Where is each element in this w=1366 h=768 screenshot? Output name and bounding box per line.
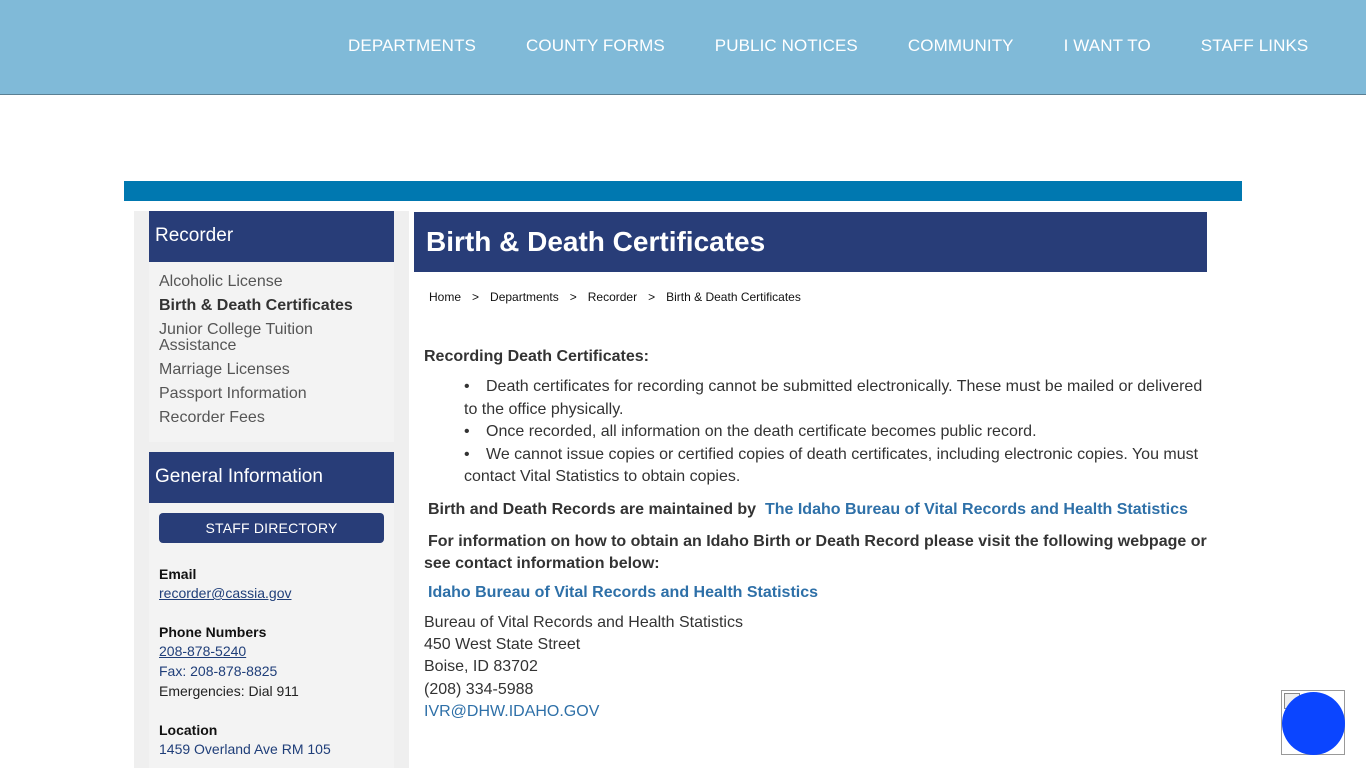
- nav-public-notices[interactable]: PUBLIC NOTICES: [690, 36, 883, 56]
- recorder-menu-list: Alcoholic License Birth & Death Certific…: [149, 262, 394, 442]
- nav-staff-links[interactable]: STAFF LINKS: [1176, 36, 1334, 56]
- breadcrumb-recorder[interactable]: Recorder: [588, 290, 637, 304]
- general-info-body: STAFF DIRECTORY Email recorder@cassia.go…: [149, 503, 394, 759]
- sidebar-item-birth-death-certificates[interactable]: Birth & Death Certificates: [159, 298, 384, 314]
- page-title: Birth & Death Certificates: [426, 226, 766, 257]
- section-heading: Recording Death Certificates:: [424, 348, 649, 365]
- bureau-link-row: Idaho Bureau of Vital Records and Health…: [424, 584, 1214, 602]
- address-line: (208) 334-5988: [424, 680, 534, 698]
- address-line: Bureau of Vital Records and Health Stati…: [424, 613, 743, 631]
- death-certificate-rules: • Death certificates for recording cannot…: [464, 376, 1214, 489]
- general-info-title: General Information: [149, 452, 394, 503]
- sidebar-item-recorder-fees[interactable]: Recorder Fees: [159, 410, 384, 426]
- list-item: • We cannot issue copies or certified cop…: [464, 445, 1199, 486]
- maintained-by-text: Birth and Death Records are maintained b…: [428, 500, 1188, 518]
- breadcrumb-separator: >: [648, 290, 656, 304]
- bureau-email-link[interactable]: IVR@DHW.IDAHO.GOV: [424, 703, 599, 720]
- breadcrumb-home[interactable]: Home: [429, 290, 461, 304]
- general-info-card: General Information STAFF DIRECTORY Emai…: [149, 452, 394, 768]
- sidebar-item-passport-information[interactable]: Passport Information: [159, 386, 384, 402]
- phone-link[interactable]: 208-878-5240: [159, 643, 246, 659]
- email-label: Email: [159, 566, 197, 582]
- page-title-bar: Birth & Death Certificates: [414, 212, 1207, 272]
- list-item: • Once recorded, all information on the d…: [464, 423, 1037, 440]
- phone-label: Phone Numbers: [159, 624, 267, 640]
- address-line: 450 West State Street: [424, 635, 581, 653]
- vital-records-link[interactable]: The Idaho Bureau of Vital Records and He…: [765, 501, 1188, 518]
- breadcrumb: Home > Departments > Recorder > Birth & …: [429, 290, 801, 304]
- nav-county-forms[interactable]: COUNTY FORMS: [501, 36, 690, 56]
- breadcrumb-separator: >: [472, 290, 480, 304]
- sidebar-item-marriage-licenses[interactable]: Marriage Licenses: [159, 362, 384, 378]
- main-content: Recording Death Certificates: • Death cer…: [424, 346, 1214, 724]
- breadcrumb-current: Birth & Death Certificates: [666, 290, 801, 304]
- staff-directory-button[interactable]: STAFF DIRECTORY: [159, 513, 384, 543]
- fax-number: Fax: 208-878-8825: [159, 663, 278, 679]
- top-nav-bar: DEPARTMENTS COUNTY FORMS PUBLIC NOTICES …: [0, 0, 1366, 95]
- address-line: Boise, ID 83702: [424, 658, 538, 676]
- bureau-address: Bureau of Vital Records and Health Stati…: [424, 612, 1214, 724]
- sidebar-item-alcoholic-license[interactable]: Alcoholic License: [159, 274, 384, 290]
- accessibility-icon[interactable]: [1282, 692, 1345, 755]
- breadcrumb-separator: >: [569, 290, 577, 304]
- nav-i-want-to[interactable]: I WANT TO: [1039, 36, 1176, 56]
- location-address: 1459 Overland Ave RM 105: [159, 741, 331, 757]
- nav-departments[interactable]: DEPARTMENTS: [323, 36, 501, 56]
- list-item: • Death certificates for recording cannot…: [464, 378, 1203, 418]
- nav-community[interactable]: COMMUNITY: [883, 36, 1039, 56]
- sidebar-item-junior-college-tuition[interactable]: Junior College Tuition Assistance: [159, 322, 384, 354]
- recorder-menu-title: Recorder: [149, 211, 394, 262]
- main-nav: DEPARTMENTS COUNTY FORMS PUBLIC NOTICES …: [323, 36, 1333, 56]
- email-link[interactable]: recorder@cassia.gov: [159, 585, 292, 601]
- location-label: Location: [159, 722, 218, 738]
- banner-strip: [124, 181, 1242, 201]
- info-paragraph: For information on how to obtain an Idah…: [424, 532, 1207, 572]
- breadcrumb-departments[interactable]: Departments: [490, 290, 559, 304]
- emergency-number: Emergencies: Dial 911: [159, 683, 299, 699]
- recorder-menu-card: Recorder Alcoholic License Birth & Death…: [149, 211, 394, 442]
- bureau-link[interactable]: Idaho Bureau of Vital Records and Health…: [428, 584, 818, 601]
